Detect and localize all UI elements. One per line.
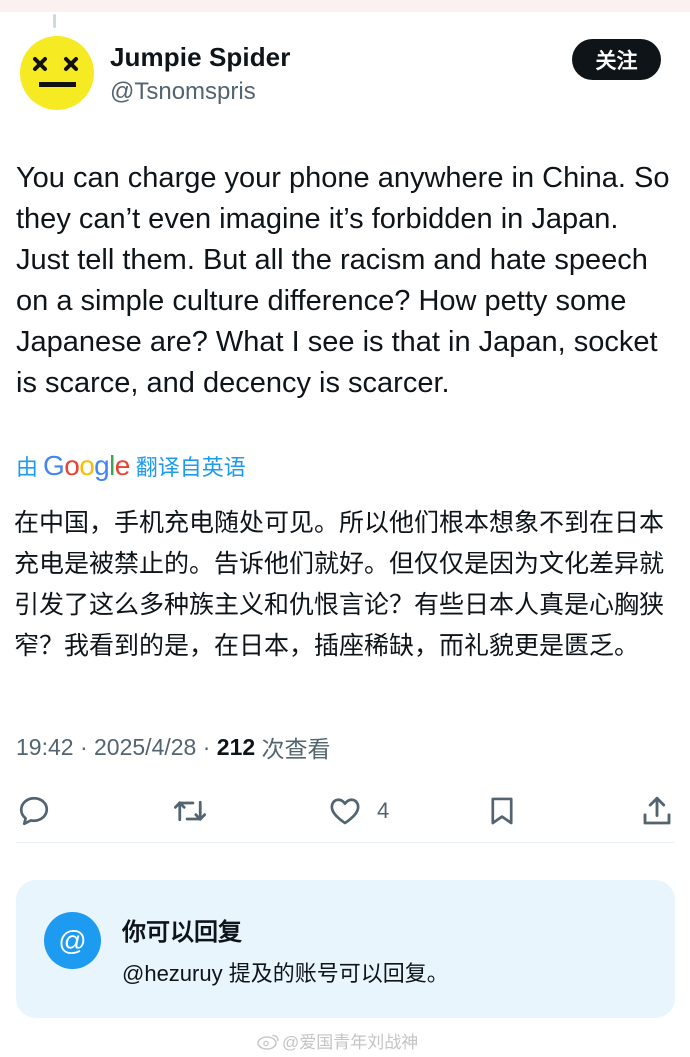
like-count: 4 (377, 798, 390, 823)
reply-icon (19, 796, 49, 826)
avatar[interactable] (20, 36, 94, 110)
watermark-text: @爱国青年刘战神 (282, 1033, 419, 1052)
share-button[interactable] (639, 786, 675, 836)
translated-text: 在中国，手机充电随处可见。所以他们根本想象不到在日本充电是被禁止的。告诉他们就好… (14, 509, 665, 660)
thread-line (53, 14, 56, 28)
tweet-time[interactable]: 19:42 (16, 734, 74, 761)
google-logo: Google (43, 450, 130, 481)
translation-attribution[interactable]: 由 Google 翻译自英语 (16, 446, 246, 486)
reply-restriction-subtitle: @hezuruy 提及的账号可以回复。 (122, 961, 449, 986)
mention-icon: @ (44, 912, 101, 969)
like-icon (330, 798, 360, 825)
bookmark-icon (491, 797, 513, 825)
follow-button[interactable]: 关注 (572, 39, 661, 80)
meta-separator: · (196, 733, 217, 760)
watermark: @爱国青年刘战神 (256, 1028, 418, 1053)
reply-restriction-title: 你可以回复 (122, 919, 242, 946)
view-count: 212 (216, 733, 256, 760)
tweet-text: You can charge your phone anywhere in Ch… (16, 162, 670, 399)
top-strip (0, 0, 690, 12)
tweet-meta: 19:42 · 2025/4/28 · 212 次查看 (16, 730, 331, 764)
views-label: 次查看 (255, 736, 331, 762)
divider (16, 842, 674, 843)
reply-restriction-card: @ 你可以回复 @hezuruy 提及的账号可以回复。 (16, 880, 675, 1018)
like-button[interactable]: 4 (327, 786, 389, 836)
bookmark-button[interactable] (485, 786, 519, 836)
translation-from: 翻译自英语 (135, 455, 246, 480)
action-bar: 4 (0, 786, 690, 836)
retweet-button[interactable] (171, 786, 209, 836)
dead-face-icon (33, 57, 78, 87)
share-icon (643, 796, 671, 825)
meta-separator: · (73, 733, 95, 760)
tweet-date[interactable]: 2025/4/28 (94, 734, 196, 761)
translation-by: 由 (16, 455, 39, 480)
retweet-icon (173, 800, 207, 822)
author-handle[interactable]: @Tsnomspris (110, 78, 256, 106)
weibo-logo-icon (257, 1034, 279, 1050)
author-name[interactable]: Jumpie Spider (110, 42, 290, 73)
reply-button[interactable] (16, 786, 52, 836)
